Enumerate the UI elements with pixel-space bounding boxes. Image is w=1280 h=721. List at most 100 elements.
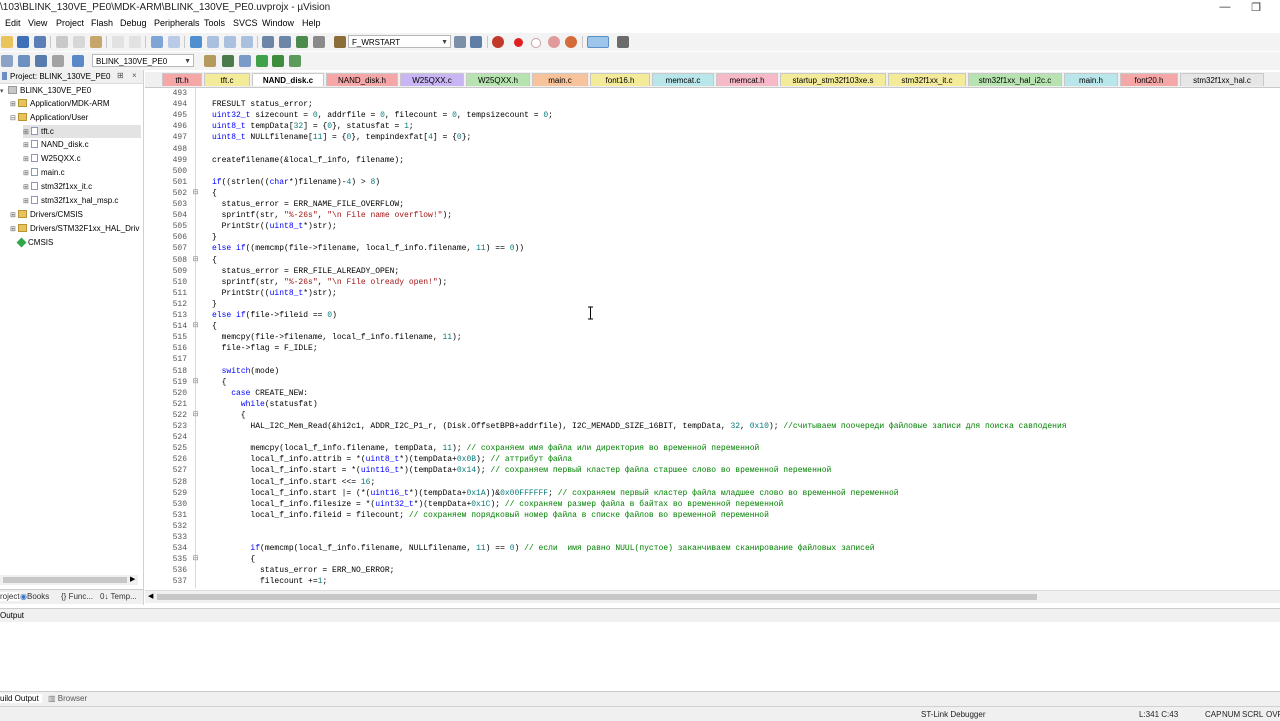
code-line[interactable]: 532 <box>145 521 1280 532</box>
pin-icon[interactable]: ⊞ <box>117 71 124 80</box>
restore-icon[interactable]: ❐ <box>1248 1 1264 14</box>
indent-icon[interactable] <box>262 36 274 48</box>
tree-file[interactable]: ⊞ stm32f1xx_it.c <box>23 180 92 193</box>
tree-expander-icon[interactable]: ⊞ <box>10 223 18 236</box>
code-line[interactable]: 530 local_f_info.filesize = *(uint32_t*)… <box>145 499 1280 510</box>
editor-scrollbar[interactable]: ◀ <box>145 590 1280 603</box>
redo-icon[interactable] <box>129 36 141 48</box>
code-line[interactable]: 527 local_f_info.start = *(uint16_t*)(te… <box>145 465 1280 476</box>
code-line[interactable]: 505 PrintStr((uint8_t*)str); <box>145 221 1280 232</box>
code-line[interactable]: 526 local_f_info.attrib = *(uint8_t*)(te… <box>145 454 1280 465</box>
open-folder-icon[interactable] <box>1 36 13 48</box>
select-packs-icon[interactable] <box>289 55 301 67</box>
uncomment-icon[interactable] <box>313 36 325 48</box>
tree-file-selected[interactable]: ⊞ tft.c <box>23 125 141 138</box>
menu-help[interactable]: Help <box>302 18 321 28</box>
editor-tab-active[interactable]: NAND_disk.c <box>252 73 324 86</box>
fold-marker-icon[interactable]: ⊟ <box>192 410 199 421</box>
batch-build-icon[interactable] <box>52 55 64 67</box>
tree-component[interactable]: CMSIS <box>16 236 53 249</box>
build-icon[interactable] <box>18 55 30 67</box>
editor-tab[interactable]: main.c <box>532 73 588 86</box>
undo-icon[interactable] <box>112 36 124 48</box>
manage-project-icon[interactable] <box>222 55 234 67</box>
code-line[interactable]: 520 case CREATE_NEW: <box>145 388 1280 399</box>
find-icon[interactable] <box>454 36 466 48</box>
code-line[interactable]: 531 local_f_info.fileid = filecount; // … <box>145 510 1280 521</box>
editor-tab[interactable]: W25QXX.c <box>400 73 464 86</box>
editor-tab[interactable]: stm32f1xx_hal.c <box>1180 73 1264 86</box>
tree-expander-icon[interactable]: ⊞ <box>23 181 31 194</box>
tree-expander-icon[interactable]: ⊞ <box>23 153 31 166</box>
disable-all-breakpoints-icon[interactable] <box>548 36 560 48</box>
tree-expander-icon[interactable]: ⊞ <box>23 195 31 208</box>
code-line[interactable]: 516 file->flag = F_IDLE; <box>145 343 1280 354</box>
breakpoint-icon[interactable] <box>514 38 523 47</box>
code-line[interactable]: 525 memcpy(local_f_info.filename, tempDa… <box>145 443 1280 454</box>
code-line[interactable]: 529 local_f_info.start |= (*(uint16_t*)(… <box>145 488 1280 499</box>
run-time-environment-icon[interactable] <box>256 55 268 67</box>
window-layout-icon[interactable] <box>587 36 609 48</box>
menu-edit[interactable]: Edit <box>5 18 21 28</box>
menu-debug[interactable]: Debug <box>120 18 147 28</box>
code-line[interactable]: 533 <box>145 532 1280 543</box>
code-line[interactable]: 508 ⊟ { <box>145 255 1280 266</box>
target-options-icon[interactable] <box>204 55 216 67</box>
editor-tab[interactable]: main.h <box>1064 73 1118 86</box>
debug-session-icon[interactable] <box>492 36 504 48</box>
code-line[interactable]: 518 switch(mode) <box>145 366 1280 377</box>
code-line[interactable]: 509 status_error = ERR_FILE_ALREADY_OPEN… <box>145 266 1280 277</box>
code-line[interactable]: 504 sprintf(str, "%-26s", "\n File name … <box>145 210 1280 221</box>
code-line[interactable]: 519 ⊟ { <box>145 377 1280 388</box>
menu-window[interactable]: Window <box>262 18 294 28</box>
code-line[interactable]: 503 status_error = ERR_NAME_FILE_OVERFLO… <box>145 199 1280 210</box>
nav-back-icon[interactable] <box>151 36 163 48</box>
prev-bookmark-icon[interactable] <box>207 36 219 48</box>
nav-forward-icon[interactable] <box>168 36 180 48</box>
menu-peripherals[interactable]: Peripherals <box>154 18 200 28</box>
menu-flash[interactable]: Flash <box>91 18 113 28</box>
fold-marker-icon[interactable]: ⊟ <box>192 188 199 199</box>
download-icon[interactable] <box>72 55 84 67</box>
editor-tab[interactable]: memcat.c <box>652 73 714 86</box>
editor-tab[interactable]: memcat.h <box>716 73 778 86</box>
menu-tools[interactable]: Tools <box>204 18 225 28</box>
code-line[interactable]: 511 PrintStr((uint8_t*)str); <box>145 288 1280 299</box>
editor-tab[interactable]: tft.h <box>162 73 202 86</box>
clear-bookmarks-icon[interactable] <box>241 36 253 48</box>
close-icon[interactable]: × <box>132 71 137 80</box>
tree-folder[interactable]: ⊟ Application/User <box>10 111 88 124</box>
code-line[interactable]: 536 status_error = ERR_NO_ERROR; <box>145 565 1280 576</box>
code-line[interactable]: 510 sprintf(str, "%-26s", "\n File olrea… <box>145 277 1280 288</box>
target-combo[interactable]: BLINK_130VE_PE0 ▼ <box>92 54 194 67</box>
tree-folder[interactable]: ⊞ Drivers/CMSIS <box>10 208 83 221</box>
next-bookmark-icon[interactable] <box>224 36 236 48</box>
pack-installer-icon[interactable] <box>272 55 284 67</box>
code-line[interactable]: 537 filecount +=1; <box>145 576 1280 587</box>
code-line[interactable]: 521 while(statusfat) <box>145 399 1280 410</box>
save-icon[interactable] <box>17 36 29 48</box>
code-line[interactable]: 501 if((strlen((char*)filename)-4) > 8) <box>145 177 1280 188</box>
scroll-left-icon[interactable]: ◀ <box>148 592 153 600</box>
minimize-icon[interactable]: — <box>1217 1 1233 13</box>
output-panel[interactable] <box>0 622 1280 690</box>
menu-view[interactable]: View <box>28 18 47 28</box>
unindent-icon[interactable] <box>279 36 291 48</box>
fold-marker-icon[interactable]: ⊟ <box>192 554 199 565</box>
tab-templates[interactable]: 0↓ Temp... <box>100 592 137 601</box>
tree-file[interactable]: ⊞ main.c <box>23 166 65 179</box>
copy-icon[interactable] <box>73 36 85 48</box>
editor-tab[interactable]: tft.c <box>204 73 250 86</box>
tree-expander-icon[interactable]: ⊞ <box>10 209 18 222</box>
code-line[interactable]: 517 <box>145 354 1280 365</box>
code-line[interactable]: 506} <box>145 232 1280 243</box>
editor-tab[interactable]: stm32f1xx_hal_i2c.c <box>968 73 1062 86</box>
fold-marker-icon[interactable]: ⊟ <box>192 321 199 332</box>
tree-expander-icon[interactable]: ⊞ <box>23 139 31 152</box>
tree-expander-icon[interactable]: ⊟ <box>10 112 18 125</box>
tree-expander-icon[interactable]: ⊞ <box>23 167 31 180</box>
tree-target[interactable]: ▾ BLINK_130VE_PE0 <box>0 84 91 97</box>
editor-tab[interactable]: font16.h <box>590 73 650 86</box>
tab-books[interactable]: ◉Books <box>20 592 49 601</box>
tree-file[interactable]: ⊞ NAND_disk.c <box>23 138 89 151</box>
